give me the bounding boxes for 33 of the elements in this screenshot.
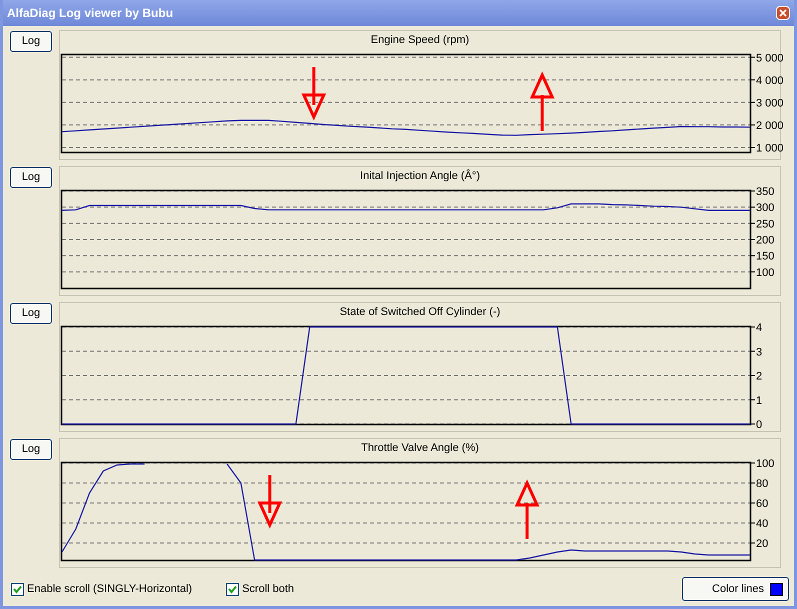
checkbox-label: Enable scroll (SINGLY-Horizontal): [27, 582, 192, 597]
log-button[interactable]: Log: [10, 31, 52, 52]
chart-title: Inital Injection Angle (Â°): [359, 169, 481, 183]
chart-title: State of Switched Off Cylinder (-): [338, 305, 502, 319]
tick-label: 2 000: [756, 120, 784, 132]
window-title: AlfaDiag Log viewer by Bubu: [7, 5, 174, 22]
log-button[interactable]: Log: [10, 167, 52, 188]
tick-label: 2: [756, 370, 762, 382]
chart-title: Throttle Valve Angle (%): [360, 441, 480, 455]
tick-label: 350: [756, 186, 774, 198]
chart-title: Engine Speed (rpm): [370, 33, 470, 47]
tick-label: 4 000: [756, 74, 784, 87]
tick-label: 5 000: [756, 52, 784, 64]
tick-label: 100: [756, 266, 774, 279]
tick-label: 1 000: [756, 142, 784, 154]
tick-label: 250: [756, 218, 774, 230]
tick-label: 300: [756, 202, 774, 214]
checkbox-label: Scroll both: [242, 582, 294, 597]
tick-label: 200: [756, 234, 774, 246]
tick-label: 0: [756, 419, 762, 431]
tick-label: 1: [756, 394, 762, 407]
color-lines-button[interactable]: Color lines: [682, 577, 789, 601]
tick-label: 80: [756, 478, 768, 490]
tick-label: 150: [756, 250, 774, 263]
tick-label: 40: [756, 518, 768, 530]
log-button[interactable]: Log: [10, 439, 52, 460]
log-button[interactable]: Log: [10, 303, 52, 324]
tick-label: 100: [756, 458, 774, 470]
tick-label: 3: [756, 346, 762, 358]
tick-label: 20: [756, 538, 768, 550]
tick-label: 3 000: [756, 97, 784, 110]
tick-label: 4: [756, 322, 762, 334]
tick-label: 60: [756, 498, 768, 510]
